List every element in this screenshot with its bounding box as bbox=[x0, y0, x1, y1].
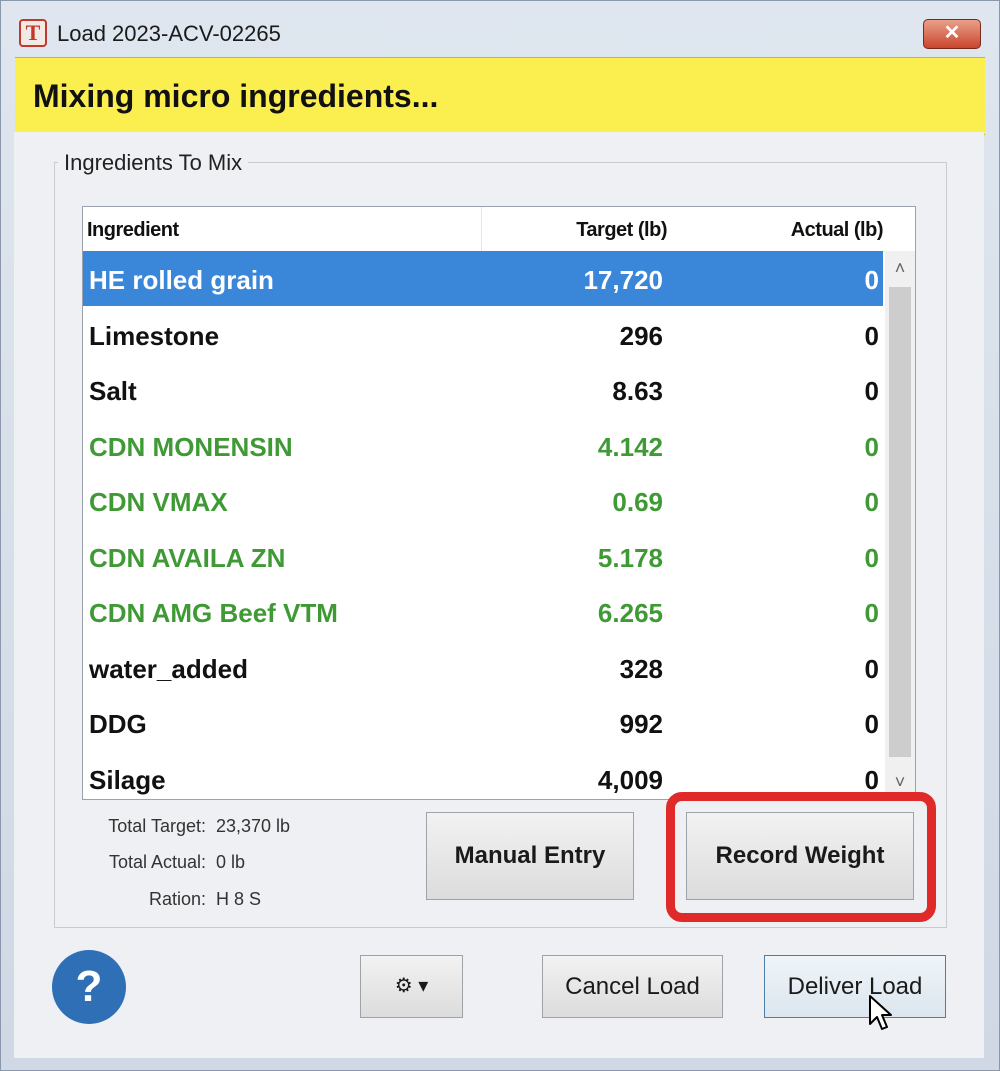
table-row[interactable]: water_added 328 0 bbox=[83, 640, 883, 695]
table-row[interactable]: Salt 8.63 0 bbox=[83, 362, 883, 417]
table-row[interactable]: DDG 992 0 bbox=[83, 695, 883, 750]
actual-cell: 0 bbox=[864, 265, 879, 295]
ingredient-cell: HE rolled grain bbox=[89, 265, 274, 295]
total-target-label: Total Target: bbox=[108, 816, 206, 836]
actual-cell: 0 bbox=[864, 709, 879, 739]
actual-cell: 0 bbox=[864, 487, 879, 517]
status-banner-text: Mixing micro ingredients... bbox=[33, 78, 439, 114]
ingredient-cell: Salt bbox=[89, 376, 137, 406]
vertical-scrollbar[interactable]: ˄ ˅ bbox=[885, 251, 915, 799]
table-row[interactable]: CDN MONENSIN 4.142 0 bbox=[83, 418, 883, 473]
actual-cell: 0 bbox=[864, 764, 879, 795]
scrollbar-thumb[interactable] bbox=[889, 287, 911, 757]
settings-gear-icon[interactable]: ⚙ ▾ bbox=[360, 955, 463, 1018]
table-row[interactable]: CDN VMAX 0.69 0 bbox=[83, 473, 883, 528]
target-cell: 328 bbox=[619, 653, 663, 684]
ingredient-cell: Limestone bbox=[89, 320, 220, 351]
total-actual-label: Total Actual: bbox=[108, 852, 206, 872]
target-cell: 4,009 bbox=[597, 764, 663, 795]
actual-cell: 0 bbox=[864, 320, 879, 351]
ingredient-cell: CDN MONENSIN bbox=[89, 431, 293, 462]
total-target-value: 23,370 lb bbox=[216, 816, 291, 836]
actual-cell: 0 bbox=[864, 376, 879, 406]
manual-entry-button[interactable]: Manual Entry bbox=[426, 812, 634, 900]
target-cell: 4.142 bbox=[597, 431, 663, 462]
deliver-load-button[interactable]: Deliver Load bbox=[764, 955, 946, 1018]
title-bar[interactable]: T Load 2023-ACV-02265 ✕ bbox=[1, 1, 1000, 55]
target-cell: 8.63 bbox=[612, 376, 663, 406]
ingredient-cell: DDG bbox=[89, 709, 147, 739]
table-row[interactable]: CDN AMG Beef VTM 6.265 0 bbox=[83, 584, 883, 639]
target-cell: 6.265 bbox=[597, 598, 663, 628]
column-header-actual[interactable]: Actual (lb) bbox=[791, 219, 884, 242]
table-header: Ingredient Target (lb) Actual (lb) bbox=[83, 207, 915, 252]
app-logo-icon: T bbox=[19, 19, 47, 47]
column-divider bbox=[481, 207, 482, 251]
window-title: Load 2023-ACV-02265 bbox=[57, 21, 281, 46]
actual-cell: 0 bbox=[864, 431, 879, 462]
status-banner: Mixing micro ingredients... bbox=[15, 57, 985, 135]
table-row[interactable]: CDN AVAILA ZN 5.178 0 bbox=[83, 529, 883, 584]
close-button[interactable]: ✕ bbox=[923, 19, 981, 49]
column-header-ingredient[interactable]: Ingredient bbox=[87, 219, 179, 242]
column-header-target[interactable]: Target (lb) bbox=[576, 219, 667, 242]
help-icon[interactable]: ? bbox=[52, 950, 126, 1024]
ingredient-cell: Silage bbox=[89, 764, 166, 795]
scroll-up-arrow-icon[interactable]: ˄ bbox=[885, 255, 915, 281]
ingredient-cell: water_added bbox=[89, 653, 248, 684]
target-cell: 296 bbox=[619, 320, 663, 351]
target-cell: 5.178 bbox=[597, 542, 663, 573]
ingredients-group-title: Ingredients To Mix bbox=[58, 150, 249, 176]
ration-value: H 8 S bbox=[216, 889, 262, 909]
ingredient-cell: CDN VMAX bbox=[89, 487, 228, 517]
ration-label: Ration: bbox=[148, 889, 206, 909]
actual-cell: 0 bbox=[864, 598, 879, 628]
table-row[interactable]: HE rolled grain 17,720 0 bbox=[83, 251, 883, 306]
target-cell: 17,720 bbox=[583, 265, 663, 295]
cancel-load-button[interactable]: Cancel Load bbox=[542, 955, 723, 1018]
ingredients-table[interactable]: Ingredient Target (lb) Actual (lb) HE ro… bbox=[82, 206, 916, 800]
actual-cell: 0 bbox=[864, 542, 879, 573]
ingredient-cell: CDN AMG Beef VTM bbox=[89, 598, 338, 628]
table-row[interactable]: Limestone 296 0 bbox=[83, 307, 883, 362]
record-weight-button[interactable]: Record Weight bbox=[686, 812, 914, 900]
target-cell: 0.69 bbox=[612, 487, 663, 517]
ingredient-cell: CDN AVAILA ZN bbox=[89, 542, 286, 573]
total-actual-value: 0 lb bbox=[216, 852, 246, 872]
mouse-cursor-icon bbox=[869, 995, 892, 1030]
target-cell: 992 bbox=[619, 709, 663, 739]
actual-cell: 0 bbox=[864, 653, 879, 684]
